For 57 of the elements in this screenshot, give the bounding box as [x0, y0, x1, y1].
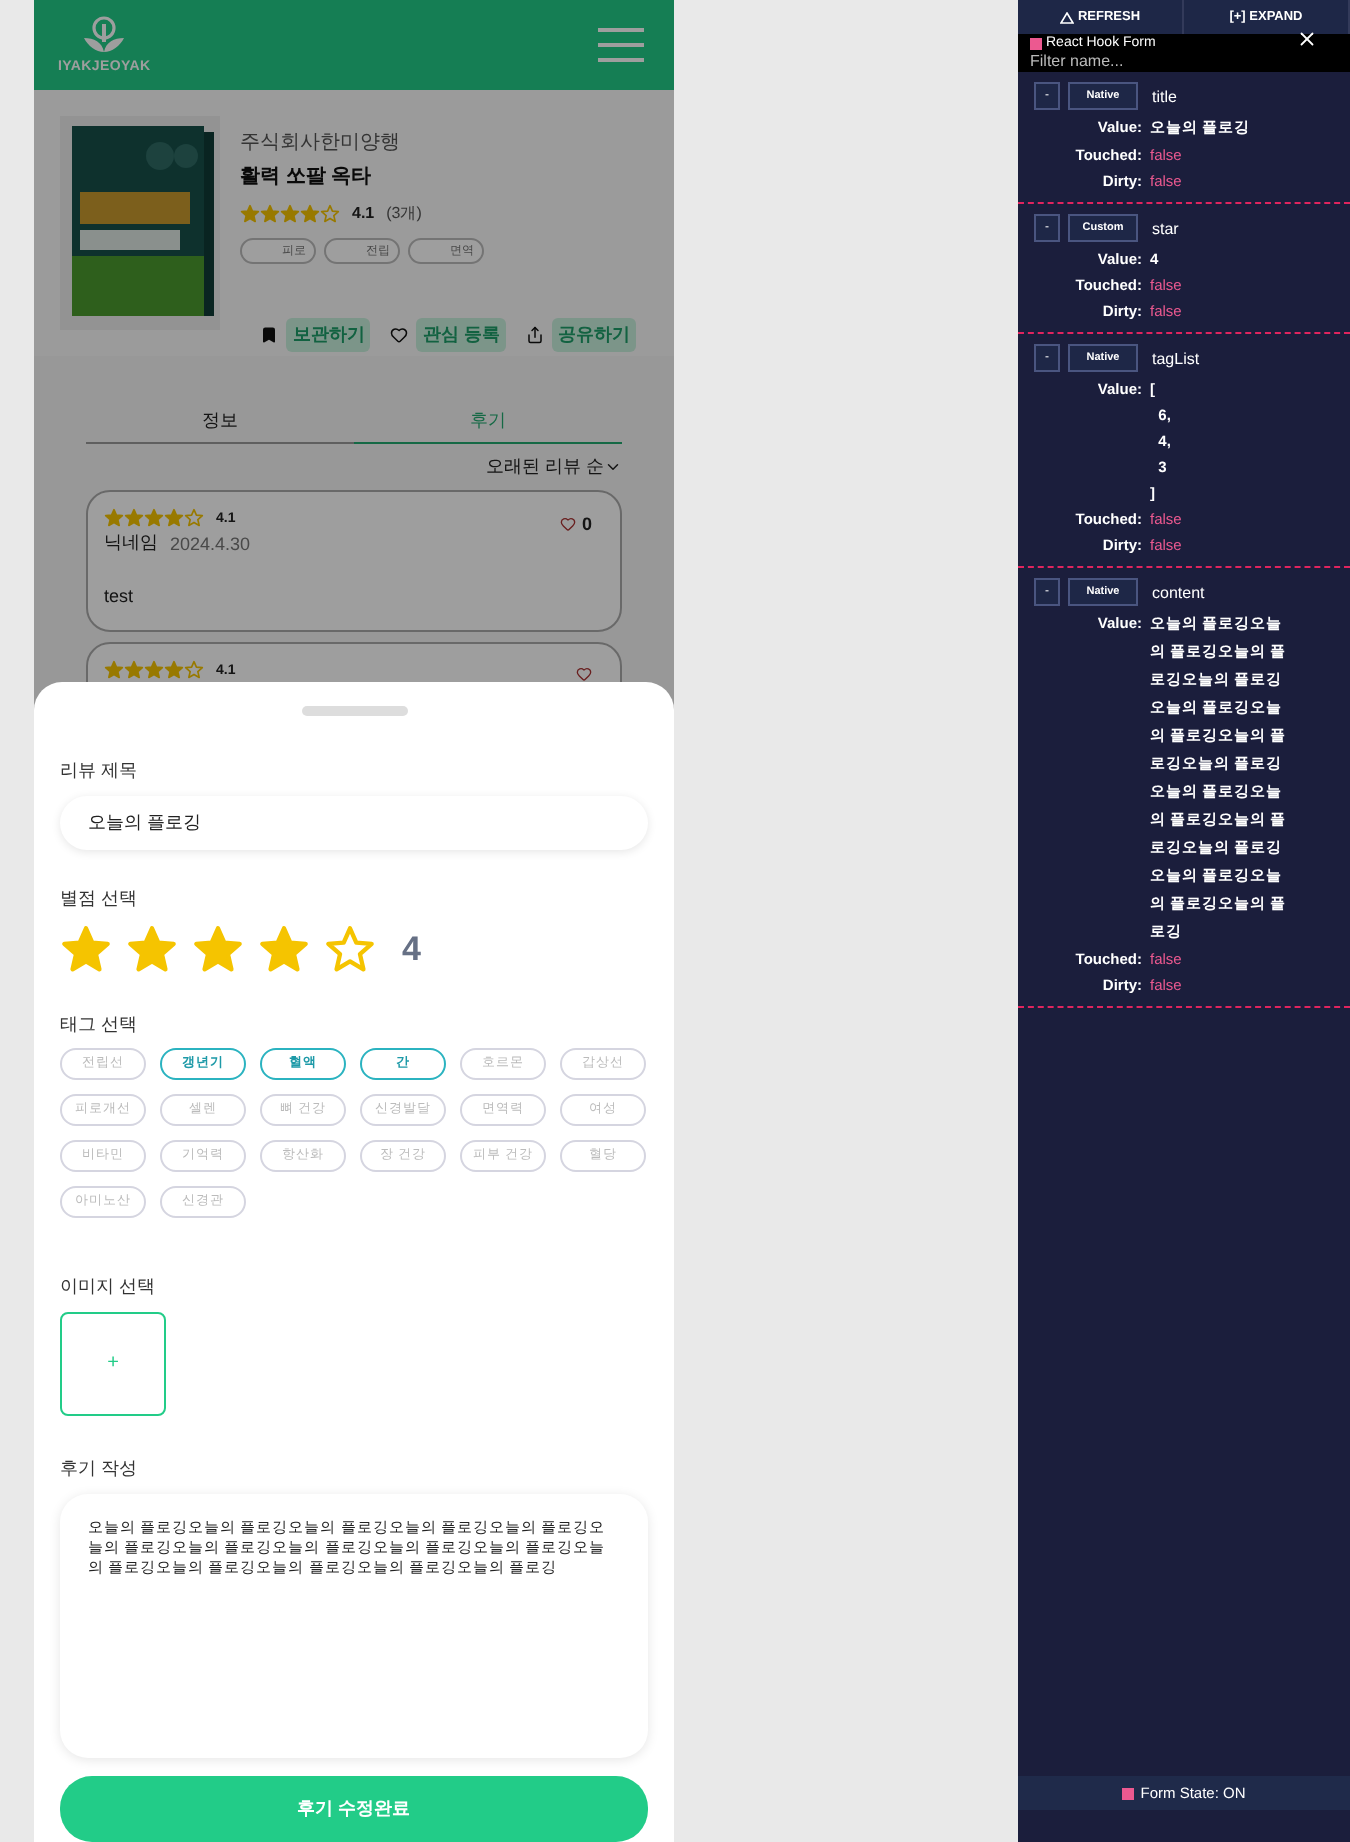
tab[interactable]: 후기	[354, 400, 622, 444]
action-button[interactable]: 관심 등록	[416, 318, 506, 352]
star-icon	[164, 508, 184, 528]
review-date: 2024.4.30	[170, 533, 251, 553]
star-icon	[164, 660, 184, 680]
add-image-button[interactable]: +	[60, 1311, 166, 1417]
rating-value: 4.1	[352, 204, 375, 222]
author-name: 닉네임	[104, 530, 158, 556]
drag-handle[interactable]	[301, 706, 407, 716]
submit-button[interactable]: 후기 수정완료	[60, 1776, 648, 1842]
star-icon	[124, 660, 144, 680]
star-outline-icon	[184, 660, 204, 680]
review-count: (3개)	[386, 202, 422, 224]
tab[interactable]: 정보	[86, 400, 354, 444]
star-outline-icon	[184, 508, 204, 528]
field-label: 이미지 선택	[60, 1273, 158, 1300]
star-icon	[104, 660, 124, 680]
heart-icon[interactable]	[576, 666, 592, 682]
star-icon	[300, 203, 320, 223]
square-icon	[1122, 1787, 1135, 1799]
star-icon	[126, 923, 178, 976]
product-name: 활력 쏘팔 옥타	[240, 164, 374, 190]
field-label: 태그 선택	[60, 1011, 140, 1038]
field-name: star	[1152, 219, 1179, 237]
bookmark-icon	[260, 326, 279, 344]
warning-icon	[1059, 11, 1074, 23]
heart-icon	[390, 326, 409, 344]
review-text: test	[104, 586, 134, 606]
star-icon	[260, 203, 280, 223]
action-button[interactable]: 보관하기	[286, 318, 371, 352]
title-field[interactable]: 오늘의 플로깅	[60, 795, 648, 850]
star-icon	[240, 203, 260, 223]
action-button[interactable]: 공유하기	[552, 318, 636, 352]
star-icon	[144, 508, 164, 528]
field-name: tagList	[1152, 349, 1200, 367]
star-outline-icon	[320, 203, 340, 223]
field-label: 후기 작성	[60, 1456, 140, 1483]
star-icon	[192, 923, 244, 976]
company-name: 주식회사한미양행	[240, 130, 402, 156]
star-icon	[124, 508, 144, 528]
like-count: 0	[581, 514, 592, 534]
close-button[interactable]	[1296, 28, 1318, 50]
star-outline-icon	[324, 923, 376, 976]
share-icon	[526, 326, 544, 344]
star-icon	[144, 660, 164, 680]
field-name: title	[1152, 87, 1177, 105]
heart-icon[interactable]	[559, 516, 576, 532]
field-label: 별점 선택	[60, 885, 140, 912]
chevron-icon	[604, 458, 622, 476]
star-icon	[280, 203, 300, 223]
field-name: content	[1152, 583, 1205, 601]
sort-dropdown[interactable]: 오래된 리뷰 순	[485, 454, 622, 480]
field-label: 리뷰 제목	[60, 757, 140, 784]
rating-value: 4	[402, 929, 421, 970]
star-icon	[60, 923, 112, 976]
star-icon	[258, 923, 310, 976]
star-icon	[104, 508, 124, 528]
